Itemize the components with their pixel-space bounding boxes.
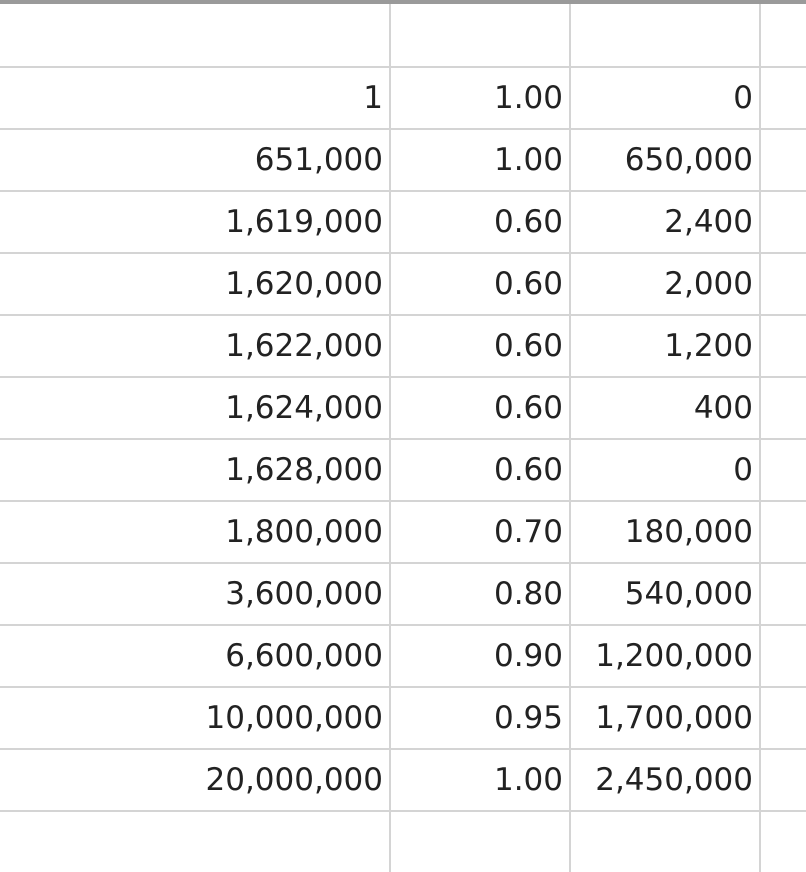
table-row: 10,000,000 0.95 1,700,000	[0, 687, 806, 750]
cell[interactable]	[760, 501, 806, 564]
table-row	[0, 811, 806, 872]
cell[interactable]	[760, 687, 806, 750]
table-row: 3,600,000 0.80 540,000	[0, 563, 806, 626]
cell[interactable]: 180,000	[570, 501, 761, 564]
table-row: 651,000 1.00 650,000	[0, 129, 806, 192]
cell[interactable]: 3,600,000	[0, 563, 391, 626]
cell[interactable]: 0.60	[390, 439, 571, 502]
cell[interactable]	[570, 4, 761, 68]
cell[interactable]: 0	[570, 67, 761, 130]
cell[interactable]: 0.80	[390, 563, 571, 626]
cell[interactable]: 0.60	[390, 377, 571, 440]
cell[interactable]	[390, 811, 571, 872]
table-row: 1 1.00 0	[0, 67, 806, 130]
cell[interactable]: 1.00	[390, 67, 571, 130]
cell[interactable]	[760, 749, 806, 812]
table-row: 1,622,000 0.60 1,200	[0, 315, 806, 378]
cell[interactable]: 0.60	[390, 253, 571, 316]
cell[interactable]	[760, 315, 806, 378]
cell[interactable]: 651,000	[0, 129, 391, 192]
table-row: 1,620,000 0.60 2,000	[0, 253, 806, 316]
cell[interactable]	[760, 191, 806, 254]
table-row: 1,800,000 0.70 180,000	[0, 501, 806, 564]
cell[interactable]: 1,200,000	[570, 625, 761, 688]
cell[interactable]: 6,600,000	[0, 625, 391, 688]
cell[interactable]: 1.00	[390, 749, 571, 812]
cell[interactable]	[0, 4, 391, 68]
cell[interactable]: 650,000	[570, 129, 761, 192]
table-row: 1,624,000 0.60 400	[0, 377, 806, 440]
cell[interactable]: 0.60	[390, 315, 571, 378]
cell[interactable]: 2,400	[570, 191, 761, 254]
cell[interactable]: 20,000,000	[0, 749, 391, 812]
cell[interactable]: 1,628,000	[0, 439, 391, 502]
table-body: 1 1.00 0 651,000 1.00 650,000 1,619,000 0.60 2,4…	[0, 4, 806, 872]
cell[interactable]: 2,000	[570, 253, 761, 316]
cell[interactable]	[760, 253, 806, 316]
cell[interactable]: 0.60	[390, 191, 571, 254]
cell[interactable]	[760, 67, 806, 130]
cell[interactable]: 1,800,000	[0, 501, 391, 564]
cell[interactable]	[390, 4, 571, 68]
cell[interactable]: 1.00	[390, 129, 571, 192]
cell[interactable]	[570, 811, 761, 872]
cell[interactable]	[760, 377, 806, 440]
cell[interactable]: 540,000	[570, 563, 761, 626]
spreadsheet-grid: 1 1.00 0 651,000 1.00 650,000 1,619,000 0.60 2,4…	[0, 0, 806, 872]
cell[interactable]	[760, 439, 806, 502]
cell[interactable]: 10,000,000	[0, 687, 391, 750]
cell[interactable]: 1,700,000	[570, 687, 761, 750]
cell[interactable]: 0.95	[390, 687, 571, 750]
cell-table: 1 1.00 0 651,000 1.00 650,000 1,619,000 0.60 2,4…	[0, 4, 806, 872]
cell[interactable]: 1,624,000	[0, 377, 391, 440]
table-row: 1,628,000 0.60 0	[0, 439, 806, 502]
cell[interactable]	[760, 129, 806, 192]
cell[interactable]: 0.90	[390, 625, 571, 688]
cell[interactable]: 1,620,000	[0, 253, 391, 316]
cell[interactable]	[760, 625, 806, 688]
table-row: 20,000,000 1.00 2,450,000	[0, 749, 806, 812]
cell[interactable]: 0.70	[390, 501, 571, 564]
cell[interactable]: 1	[0, 67, 391, 130]
cell[interactable]: 1,619,000	[0, 191, 391, 254]
cell[interactable]: 2,450,000	[570, 749, 761, 812]
cell[interactable]: 0	[570, 439, 761, 502]
cell[interactable]	[0, 811, 391, 872]
table-row: 1,619,000 0.60 2,400	[0, 191, 806, 254]
cell[interactable]	[760, 4, 806, 68]
cell[interactable]	[760, 563, 806, 626]
cell[interactable]: 400	[570, 377, 761, 440]
cell[interactable]: 1,200	[570, 315, 761, 378]
table-row: 6,600,000 0.90 1,200,000	[0, 625, 806, 688]
cell[interactable]	[760, 811, 806, 872]
cell[interactable]: 1,622,000	[0, 315, 391, 378]
table-row	[0, 4, 806, 68]
